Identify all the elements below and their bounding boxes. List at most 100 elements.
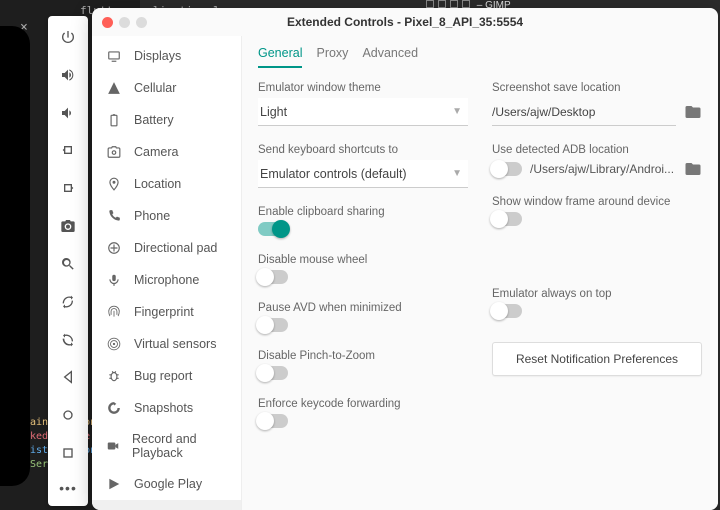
volume-up-icon[interactable] bbox=[57, 64, 79, 86]
window-close-button[interactable] bbox=[102, 17, 113, 28]
folder-icon[interactable] bbox=[684, 103, 702, 121]
ontop-label: Emulator always on top bbox=[492, 288, 702, 300]
sidebar-item-label: Snapshots bbox=[134, 401, 193, 415]
sidebar-item-label: Virtual sensors bbox=[134, 337, 216, 351]
settings-left-column: Emulator window theme Light▼ Send keyboa… bbox=[258, 82, 468, 496]
back-icon[interactable] bbox=[57, 366, 79, 388]
battery-icon bbox=[106, 112, 122, 128]
extended-controls-window: Extended Controls - Pixel_8_API_35:5554 … bbox=[92, 8, 718, 510]
sensors-icon bbox=[106, 336, 122, 352]
shortcuts-select[interactable]: Emulator controls (default)▼ bbox=[258, 160, 468, 188]
ontop-toggle[interactable] bbox=[492, 304, 522, 318]
sidebar-item-label: Cellular bbox=[134, 81, 176, 95]
sidebar-item-directional-pad[interactable]: Directional pad bbox=[92, 232, 241, 264]
fingerprint-icon bbox=[106, 304, 122, 320]
sidebar-item-label: Microphone bbox=[134, 273, 199, 287]
zoom-icon[interactable] bbox=[57, 253, 79, 275]
sidebar-item-label: Google Play bbox=[134, 477, 202, 491]
sidebar-item-snapshots[interactable]: Snapshots bbox=[92, 392, 241, 424]
rotate-right-icon[interactable] bbox=[57, 177, 79, 199]
theme-label: Emulator window theme bbox=[258, 82, 468, 94]
play-icon bbox=[106, 476, 122, 492]
dpad-icon bbox=[106, 240, 122, 256]
power-icon[interactable] bbox=[57, 26, 79, 48]
displays-icon bbox=[106, 48, 122, 64]
tabs: General Proxy Advanced bbox=[242, 36, 718, 68]
pinch-toggle[interactable] bbox=[258, 366, 288, 380]
content: General Proxy Advanced Emulator window the… bbox=[242, 36, 718, 510]
reset-notifications-button[interactable]: Reset Notification Preferences bbox=[492, 342, 702, 376]
sidebar-item-label: Record and Playback bbox=[132, 432, 227, 460]
sidebar-item-label: Camera bbox=[134, 145, 178, 159]
emulator-toolbar: ••• bbox=[48, 16, 88, 506]
sidebar-item-label: Location bbox=[134, 177, 181, 191]
overview-icon[interactable] bbox=[57, 442, 79, 464]
sidebar-item-battery[interactable]: Battery bbox=[92, 104, 241, 136]
adb-toggle[interactable] bbox=[492, 162, 522, 176]
frame-toggle[interactable] bbox=[492, 212, 522, 226]
sidebar: Displays Cellular Battery Camera Location Pho… bbox=[92, 36, 242, 510]
sidebar-item-record-and-playback[interactable]: Record and Playback bbox=[92, 424, 241, 468]
sidebar-item-displays[interactable]: Displays bbox=[92, 40, 241, 72]
sidebar-item-bug-report[interactable]: Bug report bbox=[92, 360, 241, 392]
sidebar-item-location[interactable]: Location bbox=[92, 168, 241, 200]
phone-icon bbox=[106, 208, 122, 224]
screenshot-path: /Users/ajw/Desktop bbox=[492, 98, 676, 126]
chevron-down-icon: ▼ bbox=[452, 168, 462, 179]
tab-advanced[interactable]: Advanced bbox=[362, 46, 418, 68]
sidebar-item-virtual-sensors[interactable]: Virtual sensors bbox=[92, 328, 241, 360]
pinch-label: Disable Pinch-to-Zoom bbox=[258, 350, 468, 362]
window-minimize-button[interactable] bbox=[119, 17, 130, 28]
tab-proxy[interactable]: Proxy bbox=[316, 46, 348, 68]
adb-path: /Users/ajw/Library/Androi... bbox=[530, 162, 676, 176]
sidebar-item-label: Fingerprint bbox=[134, 305, 194, 319]
chevron-down-icon: ▼ bbox=[452, 106, 462, 117]
record-icon bbox=[106, 438, 120, 454]
bug-icon bbox=[106, 368, 122, 384]
snapshots-icon bbox=[106, 400, 122, 416]
frame-label: Show window frame around device bbox=[492, 196, 702, 208]
volume-down-icon[interactable] bbox=[57, 102, 79, 124]
more-icon[interactable]: ••• bbox=[59, 480, 77, 496]
titlebar: Extended Controls - Pixel_8_API_35:5554 bbox=[92, 8, 718, 36]
sidebar-item-label: Directional pad bbox=[134, 241, 217, 255]
sidebar-item-settings[interactable]: Settings bbox=[92, 500, 241, 510]
home-icon[interactable] bbox=[57, 404, 79, 426]
clipboard-label: Enable clipboard sharing bbox=[258, 206, 468, 218]
adb-label: Use detected ADB location bbox=[492, 144, 702, 156]
theme-select[interactable]: Light▼ bbox=[258, 98, 468, 126]
background-phone-frame bbox=[0, 26, 30, 486]
camera-icon[interactable] bbox=[57, 215, 79, 237]
shortcuts-label: Send keyboard shortcuts to bbox=[258, 144, 468, 156]
sidebar-item-camera[interactable]: Camera bbox=[92, 136, 241, 168]
pause-toggle[interactable] bbox=[258, 318, 288, 332]
cellular-icon bbox=[106, 80, 122, 96]
sidebar-item-label: Phone bbox=[134, 209, 170, 223]
settings-right-column: Screenshot save location /Users/ajw/Desk… bbox=[492, 82, 702, 496]
folder-icon[interactable] bbox=[684, 160, 702, 178]
rotate-left-icon[interactable] bbox=[57, 139, 79, 161]
settings-pane: Emulator window theme Light▼ Send keyboa… bbox=[242, 68, 718, 510]
sidebar-item-label: Bug report bbox=[134, 369, 192, 383]
keycode-toggle[interactable] bbox=[258, 414, 288, 428]
mic-icon bbox=[106, 272, 122, 288]
sidebar-item-label: Displays bbox=[134, 49, 181, 63]
window-title: Extended Controls - Pixel_8_API_35:5554 bbox=[92, 15, 718, 29]
screenshot-label: Screenshot save location bbox=[492, 82, 702, 94]
location-icon bbox=[106, 176, 122, 192]
screen-rotate-icon[interactable] bbox=[57, 291, 79, 313]
sidebar-item-microphone[interactable]: Microphone bbox=[92, 264, 241, 296]
sidebar-item-label: Battery bbox=[134, 113, 174, 127]
sidebar-item-cellular[interactable]: Cellular bbox=[92, 72, 241, 104]
camera-icon bbox=[106, 144, 122, 160]
screen-rotate2-icon[interactable] bbox=[57, 329, 79, 351]
mouse-toggle[interactable] bbox=[258, 270, 288, 284]
sidebar-item-phone[interactable]: Phone bbox=[92, 200, 241, 232]
window-zoom-button[interactable] bbox=[136, 17, 147, 28]
sidebar-item-fingerprint[interactable]: Fingerprint bbox=[92, 296, 241, 328]
tab-general[interactable]: General bbox=[258, 46, 302, 68]
clipboard-toggle[interactable] bbox=[258, 222, 288, 236]
pause-label: Pause AVD when minimized bbox=[258, 302, 468, 314]
sidebar-item-google-play[interactable]: Google Play bbox=[92, 468, 241, 500]
mouse-label: Disable mouse wheel bbox=[258, 254, 468, 266]
